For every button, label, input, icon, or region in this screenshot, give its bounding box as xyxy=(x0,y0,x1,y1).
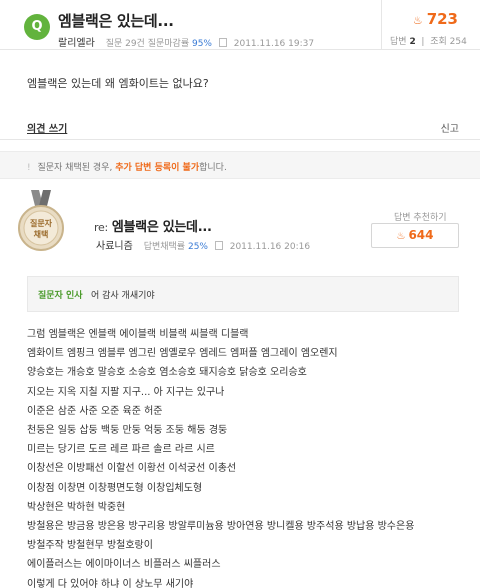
answer-date: 2011.11.16 20:16 xyxy=(229,242,311,252)
thanks-text: 어 감사 개새기야 xyxy=(91,291,155,301)
adopted-medal-icon: 질문자 채택 xyxy=(17,190,65,252)
question-header: Q 엠블랙은 있는데... 랄리엘라 질문 29건 질문마감률 95% 2011… xyxy=(0,0,480,50)
answer-line: 천둥은 일둥 삽둥 백둥 만둥 억둥 조둥 해둥 경둥 xyxy=(27,425,228,437)
answer-line: 이렇게 다 있어야 하냐 이 상노무 새기야 xyxy=(27,578,194,588)
question-author[interactable]: 랄리엘라 xyxy=(58,38,95,49)
question-meta: 랄리엘라 질문 29건 질문마감률 95% 2011.11.16 19:37 xyxy=(58,34,314,49)
answer-line: 미르는 당기르 도르 레르 파르 솔르 라르 시르 xyxy=(27,444,215,456)
answer-line: 이창선은 이방패선 이할선 이황선 이석궁선 이총선 xyxy=(27,463,237,475)
answer-line: 박상현은 박하현 박중현 xyxy=(27,501,126,513)
recommend-label: 답변 추천하기 xyxy=(394,213,447,223)
recommend-button[interactable]: ♨ 644 xyxy=(371,223,459,248)
svg-text:질문자: 질문자 xyxy=(30,218,53,228)
answer-meta: 사료니즘 답변채택률 25% 2011.11.16 20:16 xyxy=(96,237,310,252)
answer-line: 에이플러스는 에이마이너스 비플러스 씨플러스 xyxy=(27,559,221,571)
question-date: 2011.11.16 19:37 xyxy=(233,39,315,49)
answer-line: 이준은 삼준 사준 오준 육준 허준 xyxy=(27,405,163,417)
info-icon: ! xyxy=(27,163,31,173)
question-badge-icon: Q xyxy=(24,14,50,40)
write-opinion-link[interactable]: 의견 쓰기 xyxy=(27,120,67,135)
notice-bar: ! 질문자 채택된 경우, 추가 답변 등록이 불가합니다. xyxy=(0,151,480,179)
question-points: ♨ 723 xyxy=(412,10,458,28)
document-icon xyxy=(218,38,227,47)
answer-body: 그럼 엠블랙은 엔블랙 에이블랙 비블랙 씨블랙 디블랙 엠화이트 엠핑크 엠블… xyxy=(27,325,467,588)
answer-line: 엠화이트 엠핑크 엠블루 엠그린 엠옐로우 엠레드 엠퍼플 엠그레이 엠오렌지 xyxy=(27,348,338,360)
question-stats-panel: ♨ 723 답변 2 | 조회 254 xyxy=(381,0,480,50)
question-title: 엠블랙은 있는데... xyxy=(58,12,174,30)
report-link[interactable]: 신고 xyxy=(441,120,459,135)
question-close-rate: 95% xyxy=(191,39,212,49)
flame-icon: ♨ xyxy=(412,14,423,27)
answer-line: 그럼 엠블랙은 엔블랙 에이블랙 비블랙 씨블랙 디블랙 xyxy=(27,329,249,340)
answer-line: 지오는 지옥 지칠 지팔 지구... 아 지구는 있구나 xyxy=(27,386,225,398)
answer-line: 방철주작 방철현무 방철호랑이 xyxy=(27,540,153,552)
answer-line: 방철용은 방금용 방은용 방구리용 방알루미늄용 방아연용 방니켈용 방주석용 … xyxy=(27,521,415,533)
question-body: 엠블랙은 있는데 왜 엠화이트는 없나요? xyxy=(27,77,209,90)
thanks-box: 질문자 인사 어 감사 개새기야 xyxy=(27,276,459,312)
thanks-label: 질문자 인사 xyxy=(38,291,83,301)
answer-stats: 답변채택률 xyxy=(143,242,186,252)
answer-line: 양승호는 개승호 말승호 소승호 염소승호 돼지승호 닭승호 오리승호 xyxy=(27,367,307,379)
opinion-bar: 의견 쓰기 신고 xyxy=(0,112,480,140)
notice-text: ! 질문자 채택된 경우, 추가 답변 등록이 불가합니다. xyxy=(27,163,227,173)
question-counts: 답변 2 | 조회 254 xyxy=(390,37,467,47)
answer-line: 이창점 이창면 이창평면도형 이창입체도형 xyxy=(27,482,203,494)
flame-icon: ♨ xyxy=(396,231,406,242)
answer-author[interactable]: 사료니즘 xyxy=(96,241,133,252)
answer-title: re: 엠블랙은 있는데... xyxy=(94,220,212,235)
svg-text:채택: 채택 xyxy=(34,229,49,239)
answer-adopt-rate: 25% xyxy=(187,242,208,252)
document-icon xyxy=(214,241,223,250)
question-stats: 질문 29건 질문마감률 xyxy=(105,39,190,49)
